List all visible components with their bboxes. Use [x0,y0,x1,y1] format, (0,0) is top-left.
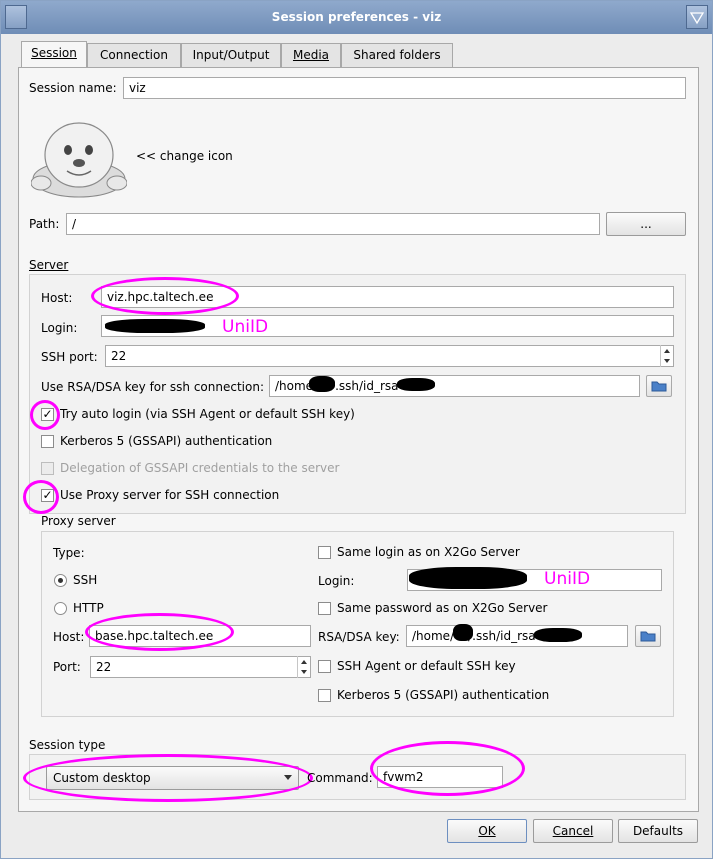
same-login-label: Same login as on X2Go Server [337,545,520,559]
proxy-key-label: RSA/DSA key: [318,630,400,644]
proxy-key-path-start: /home/ [412,629,455,643]
ssh-agent-label: SSH Agent or default SSH key [337,659,516,673]
seal-icon[interactable] [30,113,128,199]
proxy-kerberos-checkbox[interactable] [318,689,331,702]
host-highlight-circle [91,277,239,315]
path-label: Path: [29,217,60,231]
cancel-button-label: Cancel [552,824,594,838]
proxy-key-browse-button[interactable] [635,625,661,647]
proxy-port-label: Port: [53,660,81,674]
proxy-key-path-mid: /.ssh/id_rsa [468,629,536,643]
delegation-label: Delegation of GSSAPI credentials to the … [60,461,340,475]
proxy-host-label: Host: [53,630,85,644]
proxy-type-ssh-radio[interactable] [54,574,67,587]
proxy-key-input[interactable]: /home/ /.ssh/id_rsa [406,625,628,647]
tab-session[interactable]: Session [21,41,87,68]
session-type-highlight-circle [23,754,313,802]
ok-button-label: OK [478,824,496,838]
tab-shared-folders[interactable]: Shared folders [341,43,453,67]
proxy-kerberos-label: Kerberos 5 (GSSAPI) authentication [337,688,550,702]
same-login-checkbox[interactable] [318,546,331,559]
use-proxy-highlight-circle [23,480,59,514]
session-name-input[interactable]: viz [123,77,686,99]
server-group-label-text: Server [29,258,69,272]
session-type-group-label: Session type [29,738,106,752]
folder-open-icon [640,631,656,642]
ssh-key-redaction [397,378,435,391]
try-auto-login-label: Try auto login (via SSH Agent or default… [60,407,355,421]
server-host-label: Host: [41,291,73,305]
ssh-key-label: Use RSA/DSA key for ssh connection: [41,380,264,394]
same-password-checkbox[interactable] [318,602,331,615]
defaults-button-label: Defaults [632,824,684,838]
proxy-key-redaction [453,624,473,641]
proxy-port-input[interactable]: 22 [90,656,311,678]
kerberos-label: Kerberos 5 (GSSAPI) authentication [60,434,273,448]
title-bar: Session preferences - viz [1,1,712,34]
cancel-button[interactable]: Cancel [533,819,613,843]
tab-label: Media [292,48,330,62]
server-login-label: Login: [41,321,78,335]
delegation-checkbox[interactable] [41,462,54,475]
tab-media[interactable]: Media [281,43,341,67]
ssh-port-spinner[interactable] [660,345,673,367]
spin-down-icon [301,670,307,674]
ssh-key-browse-button[interactable] [646,375,672,397]
ssh-key-redaction [309,376,335,392]
defaults-button[interactable]: Defaults [618,819,698,843]
proxy-type-http-label: HTTP [73,601,104,615]
window-title: Session preferences - viz [271,10,442,24]
tab-input-output[interactable]: Input/Output [181,43,281,67]
ok-button[interactable]: OK [447,819,527,843]
proxy-key-redaction [534,628,582,642]
tab-label: Connection [100,48,168,62]
ssh-port-input[interactable]: 22 [105,345,674,367]
proxy-port-spinner[interactable] [297,656,310,678]
tab-label: Session [31,46,77,60]
tab-label: Input/Output [192,48,270,62]
kerberos-checkbox[interactable] [41,435,54,448]
ssh-key-path-start: /home [275,379,314,393]
proxy-login-label: Login: [318,574,355,588]
login-annotation: UniID [222,317,269,337]
path-browse-button[interactable]: ... [606,212,686,236]
spin-up-icon [301,660,307,664]
tab-connection[interactable]: Connection [87,43,181,67]
same-password-label: Same password as on X2Go Server [337,601,548,615]
path-input[interactable]: / [66,213,600,235]
spin-up-icon [664,349,670,353]
proxy-type-http-radio[interactable] [54,602,67,615]
session-name-label: Session name: [29,81,117,95]
command-highlight-circle [370,741,525,796]
ssh-port-label: SSH port: [41,350,98,364]
ssh-agent-checkbox[interactable] [318,660,331,673]
server-group-label: Server [29,258,68,272]
proxy-login-annotation: UniID [544,569,591,589]
proxy-group-label: Proxy server [41,514,116,528]
use-proxy-label: Use Proxy server for SSH connection [60,488,280,502]
login-redaction [105,319,205,333]
proxy-login-redaction [409,567,527,589]
auto-login-highlight-circle [30,400,60,430]
session-preferences-window: Session preferences - viz Session Connec… [0,0,713,859]
ssh-key-path-mid: .ssh/id_rsa [335,379,399,393]
proxy-host-highlight-circle [85,613,234,651]
tab-label: Shared folders [353,48,441,62]
proxy-type-label: Type: [53,546,85,560]
folder-open-icon [651,381,667,392]
spin-down-icon [664,359,670,363]
change-icon-link[interactable]: << change icon [136,149,233,163]
proxy-type-ssh-label: SSH [73,573,98,587]
command-label: Command: [307,771,373,785]
